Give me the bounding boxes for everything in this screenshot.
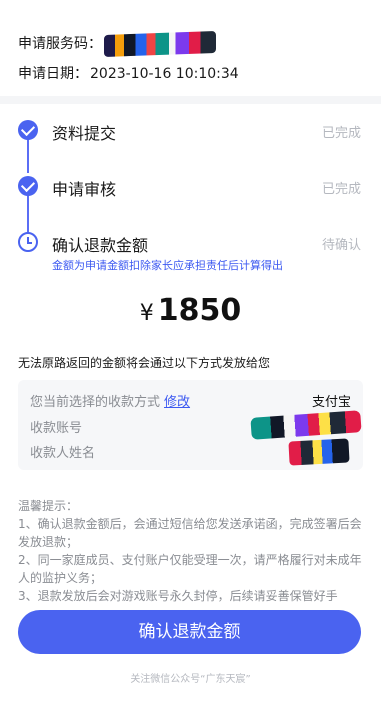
tips: 温馨提示： 1、确认退款金额后，会通过短信给您发送承诺函，完成签署后会发放退款；… bbox=[18, 497, 363, 605]
footer-note: 关注微信公众号“广东天宸” bbox=[130, 674, 251, 685]
method-title: 无法原路返回的金额将会通过以下方式发放给您 bbox=[18, 356, 271, 370]
step-label-submit: 资料提交 bbox=[52, 124, 117, 143]
payment-method-value: 支付宝 bbox=[311, 395, 351, 410]
request-date-row: 申请日期： 2023-10-16 10:10:34 bbox=[18, 63, 239, 83]
request-date-value: 2023-10-16 10:10:34 bbox=[90, 66, 239, 82]
tips-title: 温馨提示： bbox=[18, 499, 79, 513]
step-label-review: 申请审核 bbox=[52, 180, 117, 199]
confirm-refund-button[interactable]: 确认退款金额 bbox=[18, 610, 361, 654]
currency-symbol: ¥ bbox=[139, 301, 154, 326]
request-date-label: 申请日期： bbox=[18, 66, 88, 82]
step-status-submit: 已完成 bbox=[321, 126, 361, 141]
edit-link[interactable]: 修改 bbox=[164, 395, 190, 410]
tips-item: 3、退款发放后会对游戏账号永久封停，后续请妥善保管好手 bbox=[18, 589, 338, 603]
tips-item: 1、确认退款金额后，会通过短信给您发送承诺函，完成签署后会发放退款； bbox=[18, 517, 362, 549]
payment-card: 您当前选择的收款方式 修改 支付宝 收款账号 收款人姓名 bbox=[18, 380, 363, 470]
step-label-confirm: 确认退款金额 bbox=[52, 236, 149, 255]
name-redacted bbox=[288, 438, 350, 466]
account-redacted bbox=[250, 410, 362, 440]
service-code-label: 申请服务码： bbox=[18, 36, 102, 52]
step-note: 金额为申请金额扣除家长应承担责任后计算得出 bbox=[52, 259, 283, 272]
tips-item: 2、同一家庭成员、支付账户仅能受理一次，请严格履行对未成年人的监护义务； bbox=[18, 553, 362, 585]
payment-method-row: 您当前选择的收款方式 修改 bbox=[30, 391, 190, 410]
step-status-review: 已完成 bbox=[321, 182, 361, 197]
amount-value: 1850 bbox=[157, 293, 242, 328]
service-code-row: 申请服务码： bbox=[18, 31, 216, 57]
service-code-redacted bbox=[104, 31, 216, 57]
refund-amount: ¥1850 bbox=[0, 293, 381, 328]
check-circle-icon bbox=[18, 176, 38, 196]
account-label: 收款账号 bbox=[30, 421, 83, 436]
step-status-confirm: 待确认 bbox=[321, 238, 361, 253]
check-circle-icon bbox=[18, 120, 38, 140]
name-label: 收款人姓名 bbox=[30, 446, 96, 461]
payment-method-label: 您当前选择的收款方式 bbox=[30, 395, 161, 410]
clock-icon bbox=[18, 232, 38, 252]
section-divider bbox=[0, 96, 381, 104]
